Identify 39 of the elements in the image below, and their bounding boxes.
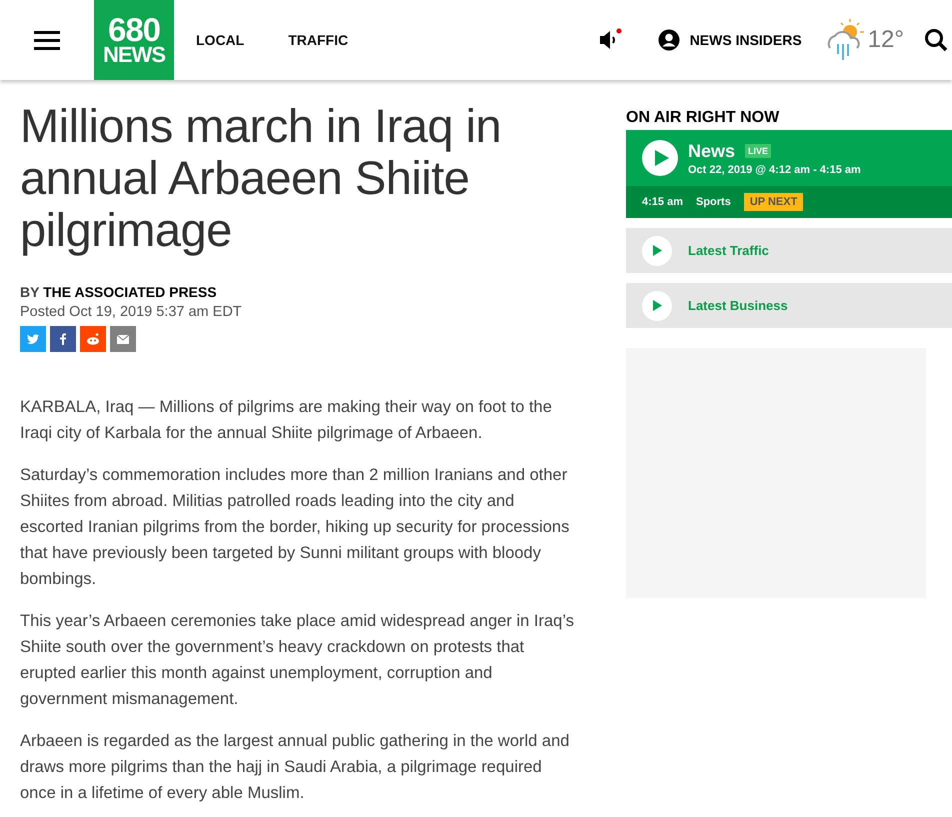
up-next-badge: UP NEXT [744,193,804,211]
share-button[interactable] [110,326,136,352]
share-button[interactable] [20,326,46,352]
search-icon[interactable] [924,28,948,52]
play-button[interactable] [642,140,678,176]
next-time: 4:15 am [642,196,683,208]
reddit-icon [86,333,100,345]
share-button[interactable] [50,326,76,352]
clip-title: Latest Business [688,298,788,313]
next-show: Sports [696,196,731,208]
show-time: Oct 22, 2019 @ 4:12 am - 4:15 am [688,164,861,176]
user-icon [658,29,680,51]
envelope-icon [117,334,129,344]
speaker-icon[interactable] [598,28,622,52]
play-icon [652,300,662,311]
share-button[interactable] [80,326,106,352]
posted-date: Posted Oct 19, 2019 5:37 am EDT [20,304,243,320]
nav-link[interactable]: TRAFFIC [288,32,348,48]
account-link[interactable]: NEWS INSIDERS [658,29,802,51]
article-paragraph: KARBALA, Iraq — Millions of pilgrims are making their way on foot to the Iraqi city of Karbala for the annual Shiite pilgrimage of Arbaeen. [20,397,553,444]
bird-icon [27,334,39,344]
article-paragraph: Saturday’s commemoration includes more than 2 million Iranians and other Shiites from abroad. Militias patrolled roads leading into the city and escorted Iranian pilgrims from the border, hiking up security for processions that have previously been targeted by Sunni militant groups with bloody bombings. [20,465,570,590]
article-paragraph: This year’s Arbaeen ceremonies take place amid widespread anger in Iraq’s Shiite south over the government’s heavy crackdown on protests that erupted earlier this month against unemployment, corruption and government mismanagement. [20,611,575,710]
headline: Millions march in Iraq in annual Arbaeen Shiite pilgrimage [20,100,502,256]
section-heading: ON AIR RIGHT NOW [626,109,780,127]
facebook-icon [60,333,66,345]
menu-icon[interactable] [34,30,60,50]
author-name: THE ASSOCIATED PRESS [43,284,217,300]
temperature: 12° [868,26,904,54]
clip-title: Latest Traffic [688,243,769,258]
play-icon [652,245,662,256]
byline-label: BY [20,284,40,300]
play-button[interactable] [642,290,672,320]
play-button[interactable] [642,236,672,266]
show-title: News [688,140,736,162]
article-paragraph: Arbaeen is regarded as the largest annual public gathering in the world and draws more pilgrims than the hajj in Saudi Arabia, a pilgrimage required once in a lifetime of every able Muslim. [20,731,570,804]
nav-link[interactable]: LOCAL [196,32,244,48]
play-icon [654,150,668,166]
live-badge: LIVE [745,144,772,158]
